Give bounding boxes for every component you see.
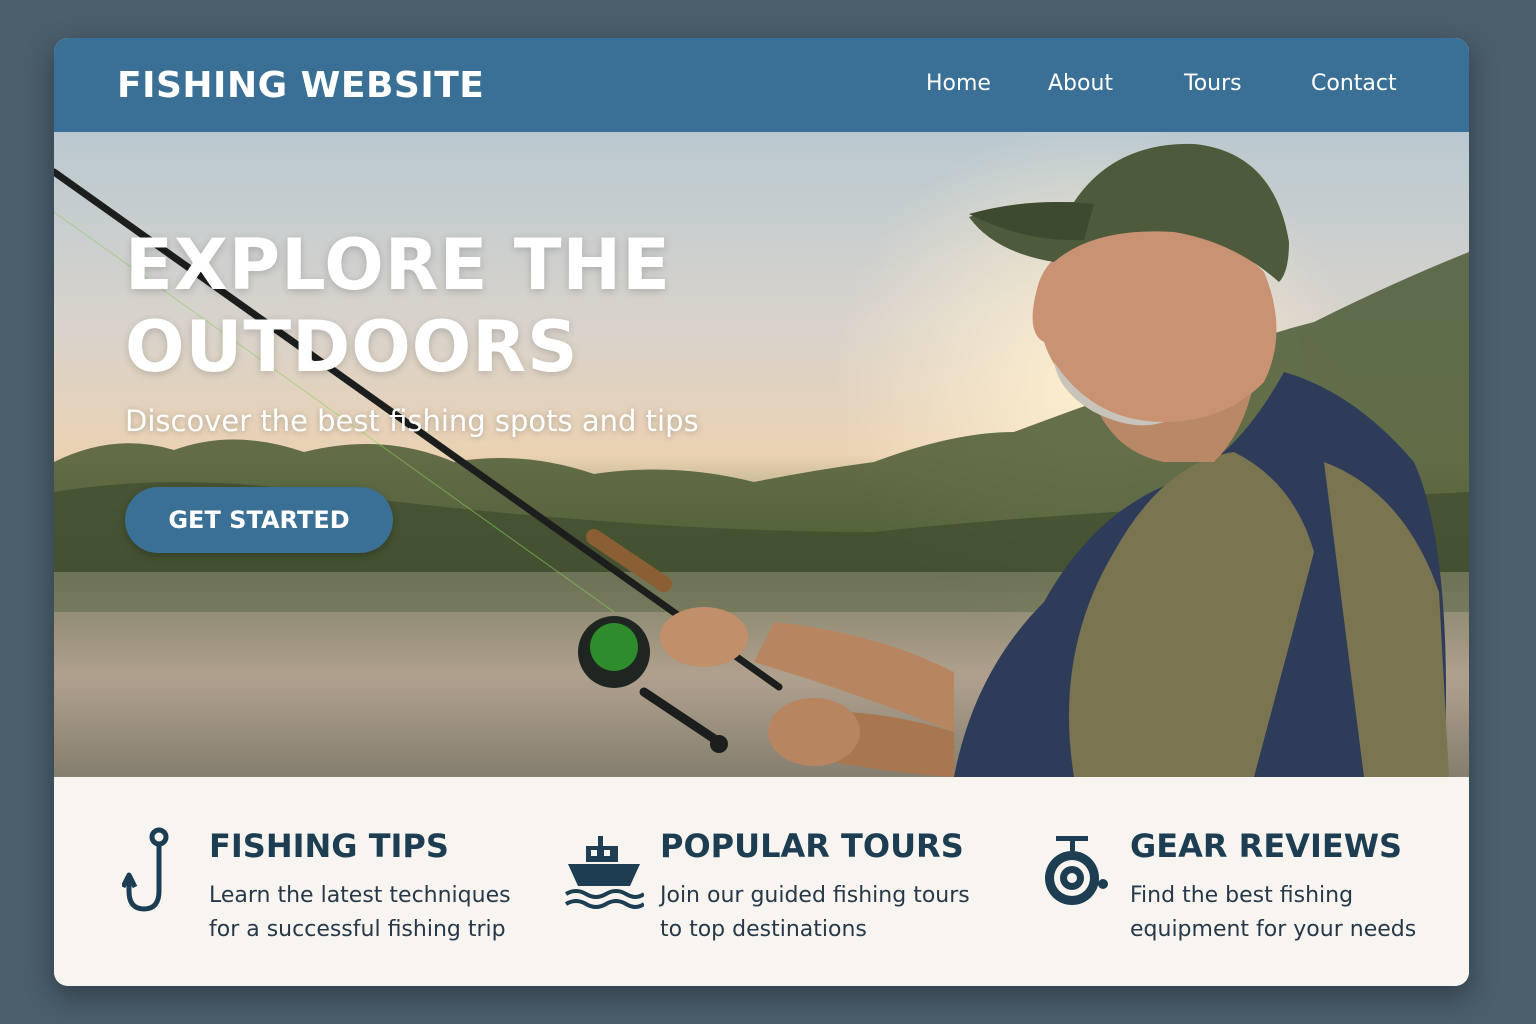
- feature-fishing-tips[interactable]: FISHING TIPS Learn the latest techniques…: [54, 777, 524, 986]
- nav-about[interactable]: About: [1048, 71, 1113, 96]
- nav-home[interactable]: Home: [926, 71, 991, 96]
- feature-description: Find the best fishing equipment for your…: [1130, 883, 1417, 942]
- get-started-button[interactable]: GET STARTED: [125, 487, 393, 553]
- boat-icon: [564, 836, 644, 909]
- hero-banner: EXPLORE THE OUTDOORS Discover the best f…: [54, 132, 1469, 777]
- feature-description: Join our guided fishing tours to top des…: [660, 883, 970, 942]
- fish-hook-icon: [122, 827, 169, 912]
- features-section: FISHING TIPS Learn the latest techniques…: [54, 777, 1469, 986]
- fishing-reel-icon: [1045, 836, 1108, 905]
- hero-title: EXPLORE THE OUTDOORS: [125, 224, 671, 388]
- feature-gear-reviews[interactable]: GEAR REVIEWS Find the best fishing equip…: [1024, 777, 1469, 986]
- browser-window: FISHING WEBSITE Home About Tours Contact: [54, 38, 1469, 986]
- feature-description: Learn the latest techniques for a succes…: [209, 883, 511, 942]
- nav-contact[interactable]: Contact: [1311, 71, 1397, 96]
- feature-title: FISHING TIPS: [209, 827, 449, 865]
- nav-tours[interactable]: Tours: [1184, 71, 1242, 96]
- site-logo[interactable]: FISHING WEBSITE: [117, 65, 484, 106]
- feature-title: POPULAR TOURS: [660, 827, 964, 865]
- feature-title: GEAR REVIEWS: [1130, 827, 1403, 865]
- hero-subtitle: Discover the best fishing spots and tips: [125, 404, 699, 438]
- navbar: FISHING WEBSITE Home About Tours Contact: [54, 38, 1469, 132]
- feature-popular-tours[interactable]: POPULAR TOURS Join our guided fishing to…: [544, 777, 1014, 986]
